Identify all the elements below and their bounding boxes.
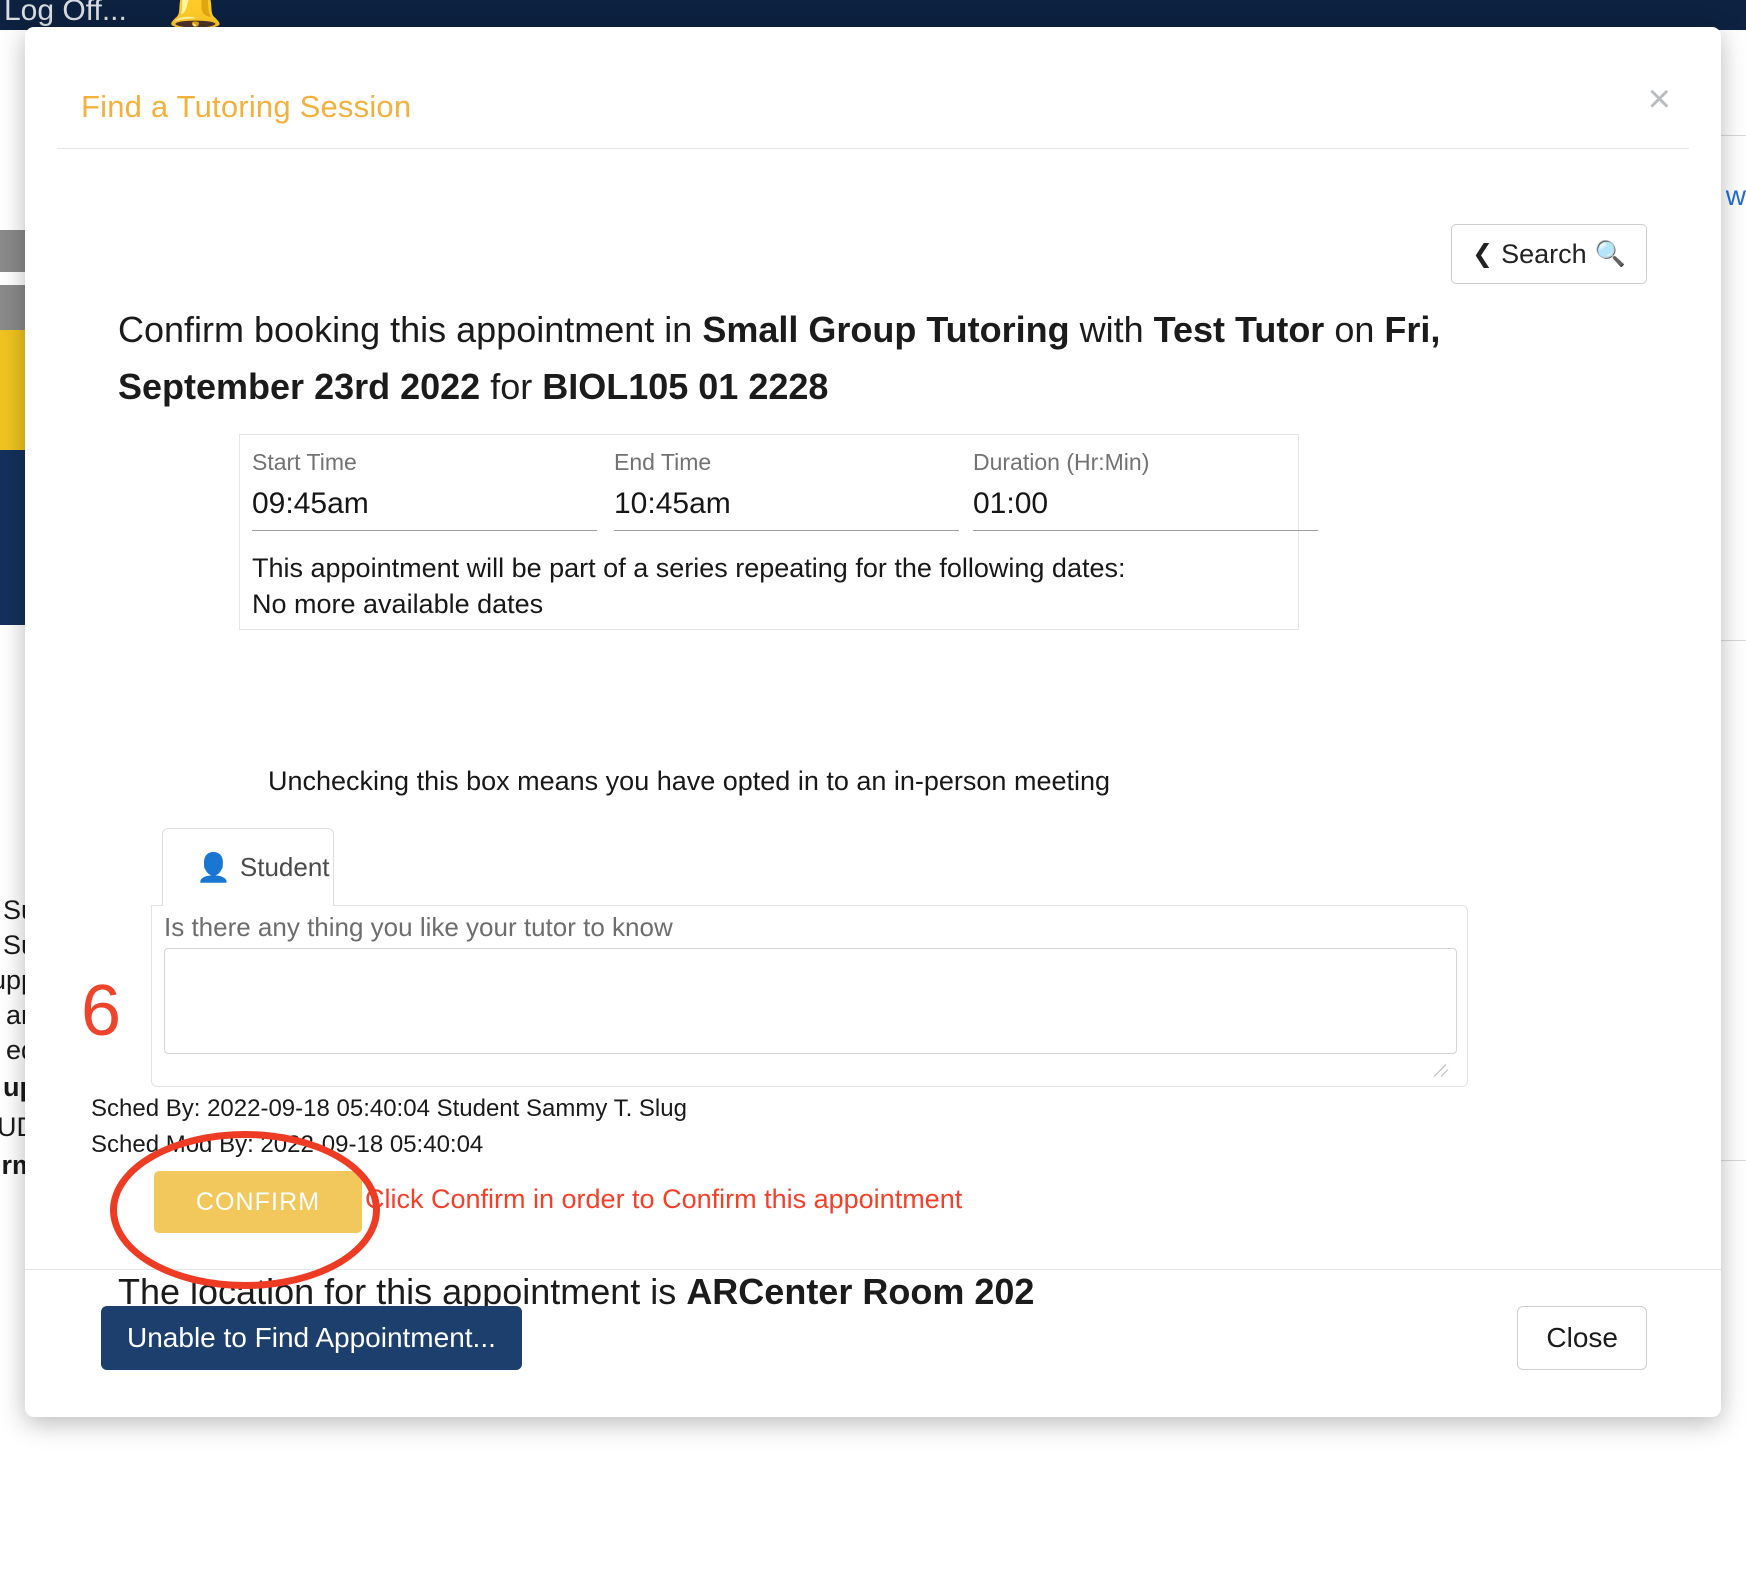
- close-button[interactable]: Close: [1517, 1306, 1647, 1370]
- duration-label: Duration (Hr:Min): [973, 449, 1150, 475]
- modal-header: Find a Tutoring Session ×: [57, 27, 1689, 149]
- heading-part-4: for: [480, 366, 543, 407]
- heading-course: BIOL105 01 2228: [542, 366, 829, 407]
- heading-part-3: on: [1324, 309, 1385, 350]
- heading-tutor: Test Tutor: [1153, 309, 1325, 350]
- confirm-button[interactable]: CONFIRM: [154, 1171, 362, 1233]
- start-time-field[interactable]: Start Time 09:45am: [252, 449, 600, 531]
- confirm-heading: Confirm booking this appointment in Smal…: [118, 301, 1458, 415]
- heading-part-1: Confirm booking this appointment in: [118, 309, 703, 350]
- chevron-left-icon: ❮: [1472, 240, 1494, 268]
- bell-icon[interactable]: 🔔: [168, 0, 223, 30]
- sched-by-text: Sched By: 2022-09-18 05:40:04 Student Sa…: [91, 1095, 687, 1122]
- log-off-link[interactable]: Log Off...: [4, 0, 127, 28]
- close-icon[interactable]: ×: [1648, 79, 1671, 119]
- series-dates: No more available dates: [252, 589, 544, 619]
- person-icon: 👤: [196, 851, 231, 883]
- find-tutoring-session-modal: Find a Tutoring Session × ❮ Search 🔍 Con…: [25, 27, 1721, 1417]
- duration-value: 01:00: [973, 487, 1318, 531]
- in-person-note: Unchecking this box means you have opted…: [268, 766, 1111, 796]
- modal-title: Find a Tutoring Session: [81, 89, 412, 124]
- tutor-notes-input[interactable]: [164, 948, 1457, 1054]
- heading-service: Small Group Tutoring: [702, 309, 1070, 350]
- unable-to-find-appointment-button[interactable]: Unable to Find Appointment...: [101, 1306, 522, 1370]
- end-time-label: End Time: [614, 449, 712, 475]
- search-button-label: Search: [1501, 238, 1587, 269]
- end-time-field[interactable]: End Time 10:45am: [614, 449, 962, 531]
- confirm-hint-text: Click Confirm in order to Confirm this a…: [365, 1184, 963, 1214]
- search-button[interactable]: ❮ Search 🔍: [1451, 224, 1647, 284]
- notes-label: Is there any thing you like your tutor t…: [164, 912, 673, 942]
- annotation-step-number: 6: [81, 971, 122, 1051]
- duration-field[interactable]: Duration (Hr:Min) 01:00: [973, 449, 1321, 531]
- start-time-label: Start Time: [252, 449, 357, 475]
- series-description: This appointment will be part of a serie…: [252, 553, 1126, 583]
- start-time-value: 09:45am: [252, 487, 597, 531]
- page-root: Log Off... 🔔 w Su Su upp an ed up UD rm …: [0, 0, 1746, 1594]
- end-time-value: 10:45am: [614, 487, 959, 531]
- sched-mod-by-text: Sched Mod By: 2022-09-18 05:40:04: [91, 1131, 484, 1158]
- heading-part-2: with: [1069, 309, 1154, 350]
- modal-footer: Unable to Find Appointment... Close: [25, 1269, 1721, 1417]
- search-icon: 🔍: [1594, 239, 1626, 268]
- footer-inner: Unable to Find Appointment... Close: [57, 1270, 1689, 1418]
- tab-student-label: Student: [239, 852, 330, 882]
- background-topbar: [0, 0, 1746, 30]
- resize-handle-icon[interactable]: [1437, 1064, 1451, 1078]
- modal-body: ❮ Search 🔍 Confirm booking this appointm…: [25, 149, 1721, 1319]
- tab-student[interactable]: 👤 Student: [162, 828, 334, 906]
- student-notes-panel: Is there any thing you like your tutor t…: [151, 905, 1468, 1087]
- background-right-link[interactable]: w: [1726, 180, 1746, 212]
- appointment-times-panel: Start Time 09:45am End Time 10:45am Dura…: [239, 434, 1318, 630]
